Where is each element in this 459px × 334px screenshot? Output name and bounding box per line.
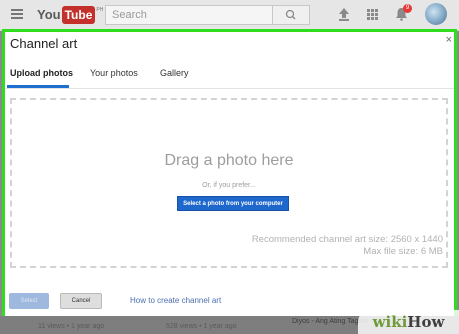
max-file-size-text: Max file size: 6 MB [363, 246, 443, 257]
dialog-tabs: Upload photos Your photos Gallery [5, 66, 454, 89]
photo-dropzone[interactable]: Drag a photo here Or, if you prefer... S… [10, 98, 448, 268]
select-photo-button[interactable]: Select a photo from your computer [177, 196, 289, 211]
notification-count-badge: 9 [403, 4, 412, 13]
video-meta-2: 528 views • 1 year ago [166, 323, 237, 330]
logo-tube-text: Tube [61, 6, 96, 24]
search-input[interactable]: Search [105, 5, 273, 25]
channel-art-dialog: Channel art × Upload photos Your photos … [2, 29, 457, 323]
watermark-wiki: wiki [372, 313, 408, 331]
video-meta-1: 11 views • 1 year ago [38, 323, 105, 330]
recommended-size-text: Recommended channel art size: 2560 x 144… [251, 234, 443, 245]
drag-photo-text: Drag a photo here [164, 152, 294, 169]
avatar[interactable] [425, 3, 447, 25]
youtube-logo[interactable]: You Tube PH [37, 6, 103, 24]
tab-gallery[interactable]: Gallery [160, 66, 189, 80]
dialog-title: Channel art [10, 36, 78, 51]
video-title[interactable]: Diyos - Ang Ating Tagum [292, 318, 368, 325]
apps-grid-icon[interactable] [367, 9, 378, 20]
search-icon [285, 9, 296, 20]
wikihow-watermark: wikiHow [358, 310, 459, 334]
logo-region-text: PH [96, 7, 104, 13]
upload-icon[interactable] [338, 8, 350, 21]
tab-upload-photos[interactable]: Upload photos [10, 66, 73, 80]
select-button[interactable]: Select [9, 293, 49, 309]
cancel-button[interactable]: Cancel [60, 293, 102, 309]
search-button[interactable] [272, 5, 310, 25]
watermark-how: How [407, 313, 445, 331]
youtube-header: You Tube PH Search 9 [0, 0, 459, 31]
close-icon[interactable]: × [446, 34, 452, 46]
hamburger-menu-icon[interactable] [11, 9, 23, 19]
active-tab-indicator [7, 85, 69, 88]
or-prefer-text: Or, if you prefer... [202, 182, 256, 189]
logo-you-text: You [37, 7, 61, 22]
help-link[interactable]: How to create channel art [130, 296, 221, 305]
tab-your-photos[interactable]: Your photos [90, 66, 138, 80]
